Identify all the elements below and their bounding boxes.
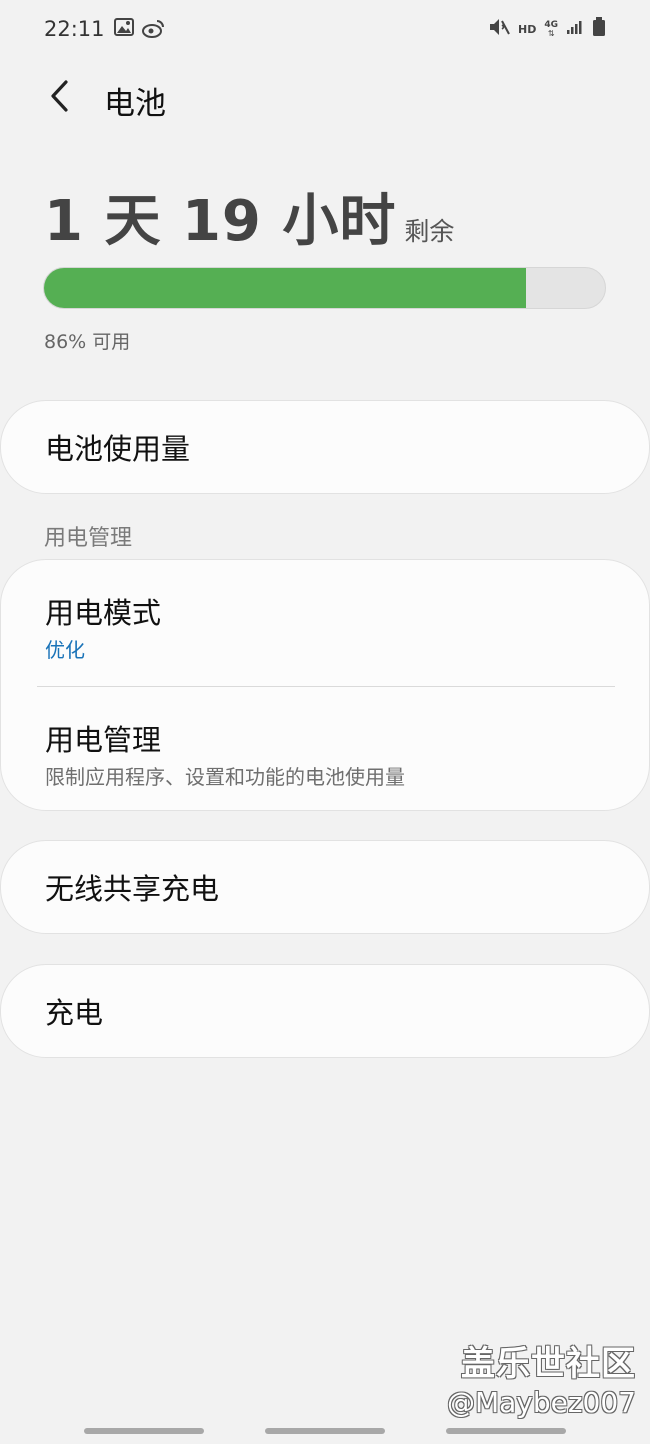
mute-icon: [488, 17, 510, 41]
battery-level-bar: [43, 267, 606, 309]
watermark-logo: 盖乐世社区: [461, 1344, 636, 1384]
wireless-powershare-item[interactable]: 无线共享充电: [0, 840, 650, 934]
battery-icon: [592, 17, 606, 41]
chevron-left-icon: [48, 79, 72, 117]
battery-settings-screen: 22:11 HD 4G ⇅ 电池 1 天 19 小时 剩余 86% 可用 电池使…: [0, 0, 650, 1444]
power-management-description: 限制应用程序、设置和功能的电池使用量: [45, 765, 405, 789]
page-title: 电池: [104, 86, 166, 122]
battery-level-fill: [44, 268, 527, 308]
remaining-suffix: 剩余: [404, 217, 455, 246]
charging-label: 充电: [45, 996, 104, 1030]
power-mode-value: 优化: [45, 638, 85, 662]
battery-remaining: 1 天 19 小时 剩余: [44, 176, 454, 257]
battery-available-label: 86% 可用: [44, 331, 131, 353]
signal-icon: [566, 19, 584, 39]
battery-usage-item[interactable]: 电池使用量: [0, 400, 650, 494]
hd-indicator: HD: [518, 22, 537, 36]
power-mode-title: 用电模式: [45, 596, 162, 630]
navigation-bar: [0, 1420, 650, 1444]
image-icon: [114, 18, 134, 40]
network-indicator: 4G ⇅: [544, 20, 558, 38]
watermark-user: @Maybez007: [446, 1386, 636, 1419]
section-header-power-management: 用电管理: [44, 526, 133, 551]
wireless-powershare-label: 无线共享充电: [45, 872, 220, 906]
weibo-icon: [142, 18, 166, 42]
power-management-title: 用电管理: [45, 723, 162, 757]
status-bar: 22:11 HD 4G ⇅: [0, 0, 650, 60]
nav-recents-button[interactable]: [84, 1428, 204, 1434]
charging-item[interactable]: 充电: [0, 964, 650, 1058]
nav-back-button[interactable]: [446, 1428, 566, 1434]
power-mode-item[interactable]: 用电模式 优化: [1, 560, 649, 686]
status-right-group: HD 4G ⇅: [488, 17, 606, 41]
power-management-item[interactable]: 用电管理 限制应用程序、设置和功能的电池使用量: [1, 687, 649, 812]
status-time: 22:11: [44, 17, 105, 41]
battery-usage-label: 电池使用量: [45, 432, 191, 466]
data-arrows-icon: ⇅: [547, 28, 555, 38]
remaining-time: 1 天 19 小时: [44, 189, 397, 254]
back-button[interactable]: [40, 76, 80, 120]
power-settings-card: 用电模式 优化 用电管理 限制应用程序、设置和功能的电池使用量: [0, 559, 650, 811]
nav-home-button[interactable]: [265, 1428, 385, 1434]
